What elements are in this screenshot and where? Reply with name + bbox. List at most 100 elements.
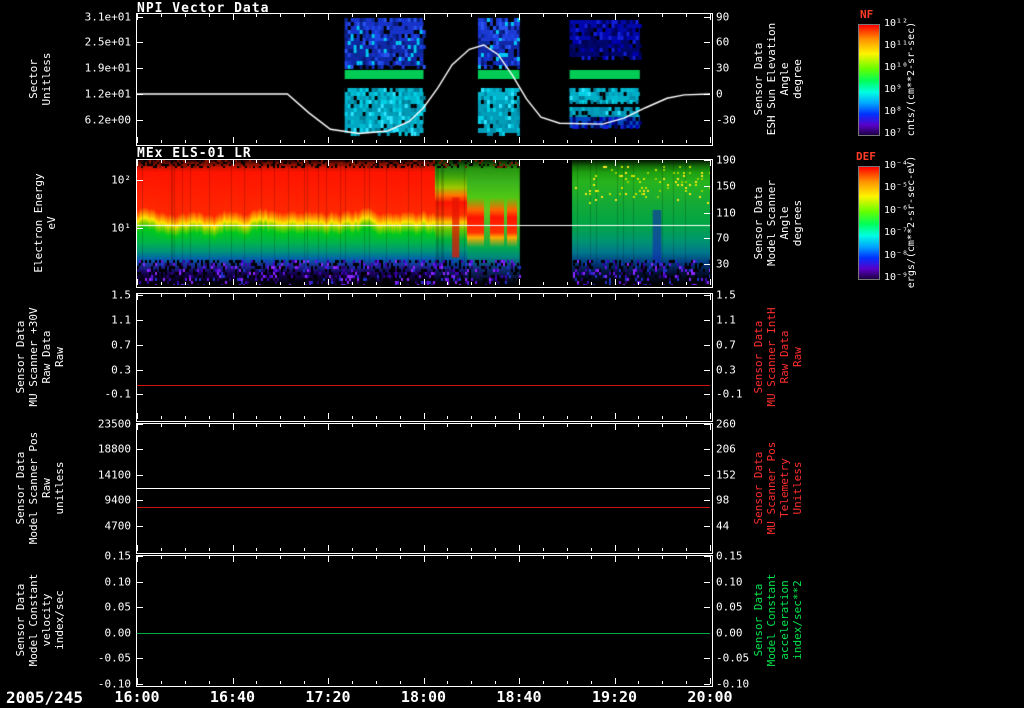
x-tick-mark <box>160 548 162 551</box>
x-tick-mark <box>280 556 282 559</box>
x-tick-mark <box>375 160 377 163</box>
y-tick-label-left: 0.10 <box>104 575 132 589</box>
x-tick-mark <box>542 14 544 17</box>
x-tick-mark <box>519 14 520 20</box>
x-tick-mark <box>638 14 640 17</box>
x-tick-mark <box>614 545 616 551</box>
x-tick-mark <box>566 424 568 427</box>
x-tick-mark <box>590 681 592 684</box>
x-tick-mark <box>351 14 353 17</box>
y-tick-label-left: 18800 <box>97 442 131 456</box>
y-tick-label-left: 10¹ <box>111 221 131 235</box>
x-tick-mark <box>542 556 544 559</box>
x-tick-mark <box>184 294 186 297</box>
x-tick-mark <box>160 294 162 297</box>
x-tick-mark <box>208 681 210 684</box>
series-line-scanner-pos-raw <box>137 488 710 489</box>
x-tick-mark <box>399 294 401 297</box>
panel-left-axis-label: Sensor Data MU Scanner +30V Raw Data Raw <box>14 306 66 407</box>
panel-right-axis-label: Sensor Data Model Scanner Angle degrees <box>752 179 804 266</box>
x-tick-mark <box>686 294 688 297</box>
x-tick-mark <box>232 424 234 430</box>
y-tick-mark <box>704 684 710 685</box>
x-tick-mark <box>710 14 711 20</box>
x-tick-mark <box>399 556 401 559</box>
x-tick-mark <box>447 416 449 419</box>
colorbar-tick-label: 10⁹ <box>884 84 903 95</box>
x-tick-mark <box>471 14 473 17</box>
y-tick-mark <box>704 186 710 188</box>
series-line-mu-scanner-inth <box>137 385 710 387</box>
x-tick-mark <box>232 545 234 551</box>
x-tick-mark <box>208 282 210 285</box>
x-tick-mark <box>232 14 234 20</box>
y-tick-mark <box>704 500 710 502</box>
x-tick-mark <box>447 14 449 17</box>
x-tick-mark <box>375 416 377 419</box>
x-tick-mark <box>351 140 353 143</box>
x-tick-mark <box>566 282 568 285</box>
y-tick-mark <box>137 474 143 476</box>
colorbar-tick-label: 10⁻⁹ <box>884 272 909 283</box>
x-tick-mark <box>280 416 282 419</box>
x-tick-mark <box>280 14 282 17</box>
x-tick-mark <box>447 548 449 551</box>
x-tick-mark <box>232 160 234 166</box>
x-tick-mark <box>686 556 688 559</box>
y-tick-mark <box>137 684 143 685</box>
x-tick-mark <box>638 140 640 143</box>
x-tick-mark <box>447 294 449 297</box>
x-tick-mark <box>542 294 544 297</box>
x-tick-mark <box>686 14 688 17</box>
x-tick-mark <box>304 140 306 143</box>
x-tick-mark <box>495 140 497 143</box>
x-tick-mark <box>328 424 329 430</box>
x-tick-mark <box>137 14 138 20</box>
x-tick-mark <box>137 556 138 562</box>
y-tick-mark <box>137 500 143 502</box>
x-tick-mark <box>399 416 401 419</box>
x-tick-mark <box>423 678 425 684</box>
x-tick-mark <box>590 294 592 297</box>
x-axis-date-label: 2005/245 <box>6 688 84 707</box>
colorbar-tick-label: 10⁸ <box>884 106 903 117</box>
x-tick-mark <box>184 282 186 285</box>
x-tick-mark <box>638 548 640 551</box>
colorbar-nf <box>858 24 880 136</box>
x-tick-mark <box>351 416 353 419</box>
x-tick-mark <box>519 279 520 285</box>
series-line-model-constant-velocity <box>137 633 710 635</box>
x-tick-mark <box>399 282 401 285</box>
y-tick-label-left: 1.9e+01 <box>84 61 131 75</box>
colorbar-tick-label: 10⁻⁷ <box>884 227 909 239</box>
x-tick-mark <box>280 681 282 684</box>
x-tick-mark <box>423 137 425 143</box>
x-tick-mark <box>208 14 210 17</box>
x-tick-mark <box>184 556 186 559</box>
x-tick-mark <box>566 294 568 297</box>
x-tick-mark <box>686 160 688 163</box>
panel-left-axis-label: Sensor Data Model Constant velocity inde… <box>14 573 66 667</box>
x-tick-mark <box>662 416 664 419</box>
x-tick-mark <box>519 424 520 430</box>
x-tick-mark <box>686 282 688 285</box>
x-tick-mark <box>495 160 497 163</box>
x-tick-mark <box>304 681 306 684</box>
x-tick-mark <box>137 545 138 551</box>
x-tick-mark <box>471 556 473 559</box>
x-tick-mark <box>328 279 329 285</box>
x-tick-mark <box>710 413 711 419</box>
y-tick-mark <box>137 345 143 347</box>
x-tick-mark <box>566 160 568 163</box>
x-tick-mark <box>686 681 688 684</box>
x-tick-mark <box>447 160 449 163</box>
x-tick-mark <box>160 416 162 419</box>
x-tick-mark <box>686 416 688 419</box>
x-tick-mark <box>519 160 520 166</box>
y-tick-mark <box>704 581 710 583</box>
x-tick-mark <box>662 548 664 551</box>
x-tick-mark <box>375 282 377 285</box>
x-tick-mark <box>232 279 234 285</box>
x-tick-mark <box>686 140 688 143</box>
x-tick-mark <box>137 160 138 166</box>
